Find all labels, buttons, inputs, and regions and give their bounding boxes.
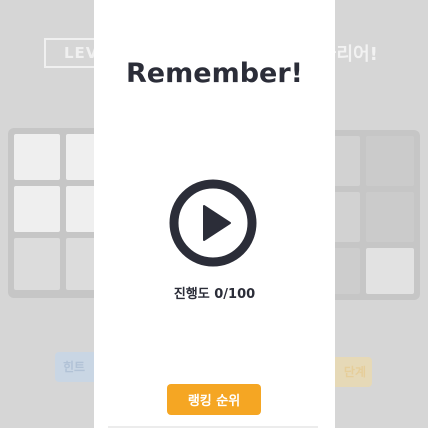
ranking-button[interactable]: 랭킹 순위 — [167, 384, 261, 415]
grid-cell — [366, 248, 414, 294]
grid-cell — [366, 136, 414, 186]
play-circle-icon — [169, 179, 257, 267]
puzzle-grid-right — [320, 130, 420, 300]
modal-title: Remember! — [126, 58, 303, 89]
remember-modal: Remember! 진행도 0/100 랭킹 순위 — [94, 0, 335, 428]
grid-cell — [366, 192, 414, 242]
progress-text: 진행도 0/100 — [173, 287, 256, 302]
grid-cell — [14, 134, 60, 180]
play-button[interactable] — [168, 178, 258, 268]
grid-cell — [14, 238, 60, 290]
grid-cell — [14, 186, 60, 232]
